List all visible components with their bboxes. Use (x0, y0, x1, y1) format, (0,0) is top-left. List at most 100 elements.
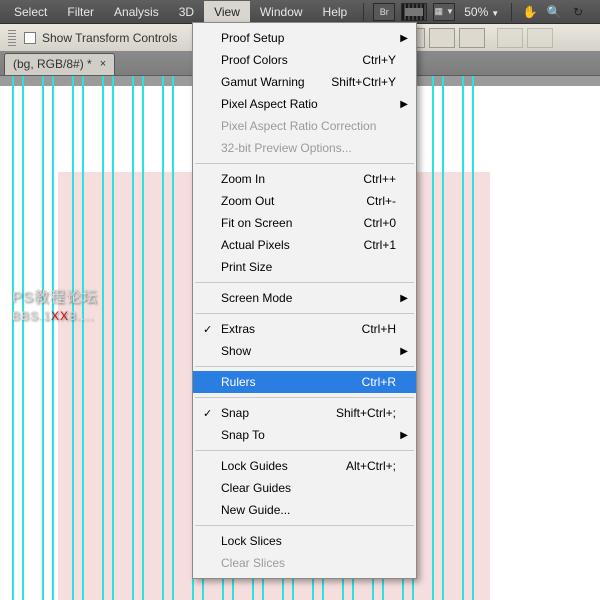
menu-shortcut: Ctrl+R (362, 375, 396, 389)
menu-divider (195, 163, 414, 164)
submenu-arrow-icon: ▶ (400, 33, 408, 44)
guide-line (442, 76, 444, 600)
menu-item-proof-setup[interactable]: Proof Setup▶ (193, 27, 416, 49)
zoom-level[interactable]: 50%▼ (464, 5, 499, 19)
menu-shortcut: Ctrl++ (363, 172, 396, 186)
menu-item-label: Zoom In (221, 172, 363, 186)
guide-line (12, 76, 14, 600)
menu-item-pixel-aspect-ratio-correction: Pixel Aspect Ratio Correction (193, 115, 416, 137)
guide-line (112, 76, 114, 600)
menu-shortcut: Ctrl+Y (362, 53, 396, 67)
menu-item-pixel-aspect-ratio[interactable]: Pixel Aspect Ratio ▶ (193, 93, 416, 115)
align-button[interactable] (459, 28, 485, 48)
guide-line (162, 76, 164, 600)
tab-close-icon[interactable]: × (100, 58, 106, 70)
menu-analysis[interactable]: Analysis (104, 1, 169, 23)
watermark-line2: BBS.1XX8.... (12, 307, 98, 324)
rotate-view-icon[interactable]: ↻ (568, 3, 588, 21)
guide-line (142, 76, 144, 600)
watermark-line1: PS教程论坛 (12, 286, 98, 307)
menu-shortcut: Ctrl+0 (364, 216, 396, 230)
menu-item-label: Lock Slices (221, 534, 396, 548)
menu-item-label: 32-bit Preview Options... (221, 141, 396, 155)
menu-shortcut: Alt+Ctrl+; (346, 459, 396, 473)
menu-select[interactable]: Select (4, 1, 57, 23)
show-transform-label: Show Transform Controls (42, 31, 177, 45)
distribute-button[interactable] (497, 28, 523, 48)
menu-shortcut: Ctrl+1 (364, 238, 396, 252)
guide-line (22, 76, 24, 600)
menu-item-zoom-in[interactable]: Zoom InCtrl++ (193, 168, 416, 190)
menu-item-print-size[interactable]: Print Size (193, 256, 416, 278)
menu-item-label: Pixel Aspect Ratio (221, 97, 396, 111)
mini-bridge-button[interactable] (401, 3, 427, 21)
menu-item-label: Clear Guides (221, 481, 396, 495)
distribute-button[interactable] (527, 28, 553, 48)
hand-tool-icon[interactable]: ✋ (520, 3, 540, 21)
menu-item-lock-slices[interactable]: Lock Slices (193, 530, 416, 552)
menu-help[interactable]: Help (313, 1, 358, 23)
guide-line (462, 76, 464, 600)
tab-label: (bg, RGB/8#) * (13, 57, 92, 71)
guide-line (102, 76, 104, 600)
menu-shortcut: Shift+Ctrl+Y (331, 75, 396, 89)
menu-item-clear-guides[interactable]: Clear Guides (193, 477, 416, 499)
menu-item-zoom-out[interactable]: Zoom OutCtrl+- (193, 190, 416, 212)
check-icon: ✓ (203, 323, 212, 336)
menu-item-label: Lock Guides (221, 459, 346, 473)
guide-line (172, 76, 174, 600)
guide-line (72, 76, 74, 600)
menu-item-rulers[interactable]: RulersCtrl+R (193, 371, 416, 393)
menu-item-32-bit-preview-options-: 32-bit Preview Options... (193, 137, 416, 159)
menu-item-proof-colors[interactable]: Proof ColorsCtrl+Y (193, 49, 416, 71)
menu-divider (195, 366, 414, 367)
menu-item-label: Gamut Warning (221, 75, 331, 89)
menu-item-label: Fit on Screen (221, 216, 364, 230)
watermark: PS教程论坛 BBS.1XX8.... (12, 286, 98, 324)
check-icon: ✓ (203, 407, 212, 420)
menu-item-new-guide-[interactable]: New Guide... (193, 499, 416, 521)
submenu-arrow-icon: ▶ (400, 346, 408, 357)
guide-line (132, 76, 134, 600)
menu-item-screen-mode[interactable]: Screen Mode ▶ (193, 287, 416, 309)
menu-item-label: Zoom Out (221, 194, 366, 208)
menu-item-gamut-warning[interactable]: Gamut WarningShift+Ctrl+Y (193, 71, 416, 93)
menu-item-label: Print Size (221, 260, 396, 274)
menu-item-show[interactable]: Show ▶ (193, 340, 416, 362)
menu-shortcut: Ctrl+H (362, 322, 396, 336)
menu-divider (195, 282, 414, 283)
menu-item-label: Rulers (221, 375, 362, 389)
menu-window[interactable]: Window (250, 1, 313, 23)
menu-item-clear-slices: Clear Slices (193, 552, 416, 574)
menu-item-label: Extras (221, 322, 362, 336)
document-tab[interactable]: (bg, RGB/8#) * × (4, 53, 115, 75)
view-extras-button[interactable]: ▦▼ (433, 3, 455, 21)
menu-item-label: Screen Mode (221, 291, 396, 305)
guide-line (42, 76, 44, 600)
view-menu-dropdown: Proof Setup▶Proof ColorsCtrl+YGamut Warn… (192, 22, 417, 579)
zoom-tool-icon[interactable]: 🔍 (544, 3, 564, 21)
menu-divider (195, 313, 414, 314)
guide-line (82, 76, 84, 600)
submenu-arrow-icon: ▶ (400, 99, 408, 110)
menu-item-fit-on-screen[interactable]: Fit on ScreenCtrl+0 (193, 212, 416, 234)
menu-item-actual-pixels[interactable]: Actual PixelsCtrl+1 (193, 234, 416, 256)
menu-item-lock-guides[interactable]: Lock GuidesAlt+Ctrl+; (193, 455, 416, 477)
menu-divider (195, 397, 414, 398)
menu-item-extras[interactable]: ✓ ExtrasCtrl+H (193, 318, 416, 340)
menu-item-snap-to[interactable]: Snap To▶ (193, 424, 416, 446)
menu-view[interactable]: View (204, 1, 250, 23)
menu-item-label: Snap To (221, 428, 396, 442)
menu-shortcut: Shift+Ctrl+; (336, 406, 396, 420)
submenu-arrow-icon: ▶ (400, 293, 408, 304)
menu-item-label: Show (221, 344, 396, 358)
menu-item-label: Actual Pixels (221, 238, 364, 252)
menu-item-snap[interactable]: ✓SnapShift+Ctrl+; (193, 402, 416, 424)
menu-filter[interactable]: Filter (57, 1, 104, 23)
show-transform-checkbox[interactable] (24, 32, 36, 44)
menu-3d[interactable]: 3D (169, 1, 204, 23)
align-button[interactable] (429, 28, 455, 48)
separator (363, 3, 364, 21)
menu-item-label: Proof Colors (221, 53, 362, 67)
bridge-button[interactable]: Br (373, 3, 395, 21)
